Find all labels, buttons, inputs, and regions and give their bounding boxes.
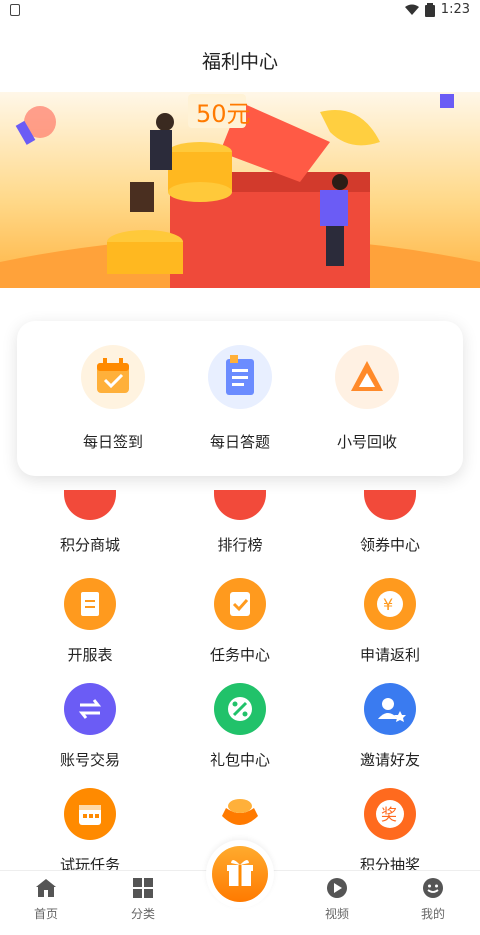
tab-video-label: 视频 [324, 907, 349, 921]
gift-center-label: 礼包中心 [209, 751, 270, 769]
ranking-icon [214, 490, 266, 520]
home-icon [36, 879, 56, 897]
status-time: 1:23 [440, 2, 470, 17]
points-mall-icon [64, 490, 116, 520]
quiz-list-icon [208, 345, 272, 409]
tab-home-label: 首页 [33, 907, 58, 921]
coupon-center-label: 领券中心 [359, 536, 420, 554]
page-title: 福利中心 [201, 51, 278, 73]
invite-friends-label: 邀请好友 [359, 751, 420, 769]
alt-account-recycle-label: 小号回收 [336, 433, 397, 451]
battery-icon [424, 2, 435, 17]
lottery-prize-icon: 奖 [364, 788, 416, 840]
tab-home[interactable]: 首页 [6, 877, 86, 922]
daily-quiz-entry[interactable]: 每日答题 [180, 345, 300, 452]
svg-text:奖: 奖 [381, 805, 397, 824]
coupon-icon [364, 490, 416, 520]
calendar-check-icon [81, 345, 145, 409]
gift-pack-icon [214, 683, 266, 735]
wifi-icon [404, 4, 419, 15]
tab-welfare-center[interactable] [206, 840, 274, 908]
account-trade-entry[interactable]: 账号交易 [20, 683, 160, 770]
featured-card: 每日签到 每日答题 小号回收 [17, 321, 463, 476]
tab-video[interactable]: 视频 [297, 877, 377, 922]
smiley-user-icon [423, 878, 443, 898]
daily-signin-label: 每日签到 [82, 433, 143, 451]
tab-mine-label: 我的 [420, 907, 445, 921]
play-icon [327, 878, 347, 898]
task-center-entry[interactable]: 任务中心 [170, 578, 310, 665]
coupon-center-entry[interactable]: 领券中心 [320, 490, 460, 555]
task-check-icon [214, 578, 266, 630]
ranking-label: 排行榜 [217, 536, 263, 554]
server-schedule-icon [64, 578, 116, 630]
grid-icon [133, 878, 153, 898]
gift-icon [227, 859, 253, 886]
invite-friends-entry[interactable]: 邀请好友 [320, 683, 460, 770]
apply-rebate-entry[interactable]: ¥ 申请返利 [320, 578, 460, 665]
server-schedule-entry[interactable]: 开服表 [20, 578, 160, 665]
task-center-label: 任务中心 [209, 646, 270, 664]
status-bar: 1:23 [0, 0, 480, 24]
account-trade-label: 账号交易 [59, 751, 120, 769]
banner-illustration: 50元 [0, 94, 480, 288]
gift-center-entry[interactable]: 礼包中心 [170, 683, 310, 770]
promo-banner[interactable]: 50元 [0, 92, 480, 288]
server-schedule-label: 开服表 [67, 646, 113, 664]
alt-account-recycle-entry[interactable]: 小号回收 [307, 345, 427, 452]
daily-quiz-label: 每日答题 [209, 433, 270, 451]
ranking-entry[interactable]: 排行榜 [170, 490, 310, 555]
trial-task-entry[interactable]: 试玩任务 [20, 788, 160, 875]
exchange-arrows-icon [64, 683, 116, 735]
points-mall-entry[interactable]: 积分商城 [20, 490, 160, 555]
banner-price-text: 50元 [196, 100, 251, 128]
recycle-triangle-icon [335, 345, 399, 409]
trial-calendar-icon [64, 788, 116, 840]
apply-rebate-label: 申请返利 [359, 646, 420, 664]
points-mall-label: 积分商城 [59, 536, 120, 554]
tab-category-label: 分类 [130, 907, 155, 921]
daily-signin-entry[interactable]: 每日签到 [53, 345, 173, 452]
sim-card-icon [10, 4, 20, 16]
tab-category[interactable]: 分类 [103, 877, 183, 922]
gold-ingot-icon [214, 788, 266, 840]
tab-mine[interactable]: 我的 [393, 877, 473, 922]
yen-coin-icon: ¥ [364, 578, 416, 630]
invite-friend-icon [364, 683, 416, 735]
points-lottery-entry[interactable]: 奖 积分抽奖 [320, 788, 460, 875]
svg-text:¥: ¥ [383, 595, 393, 614]
